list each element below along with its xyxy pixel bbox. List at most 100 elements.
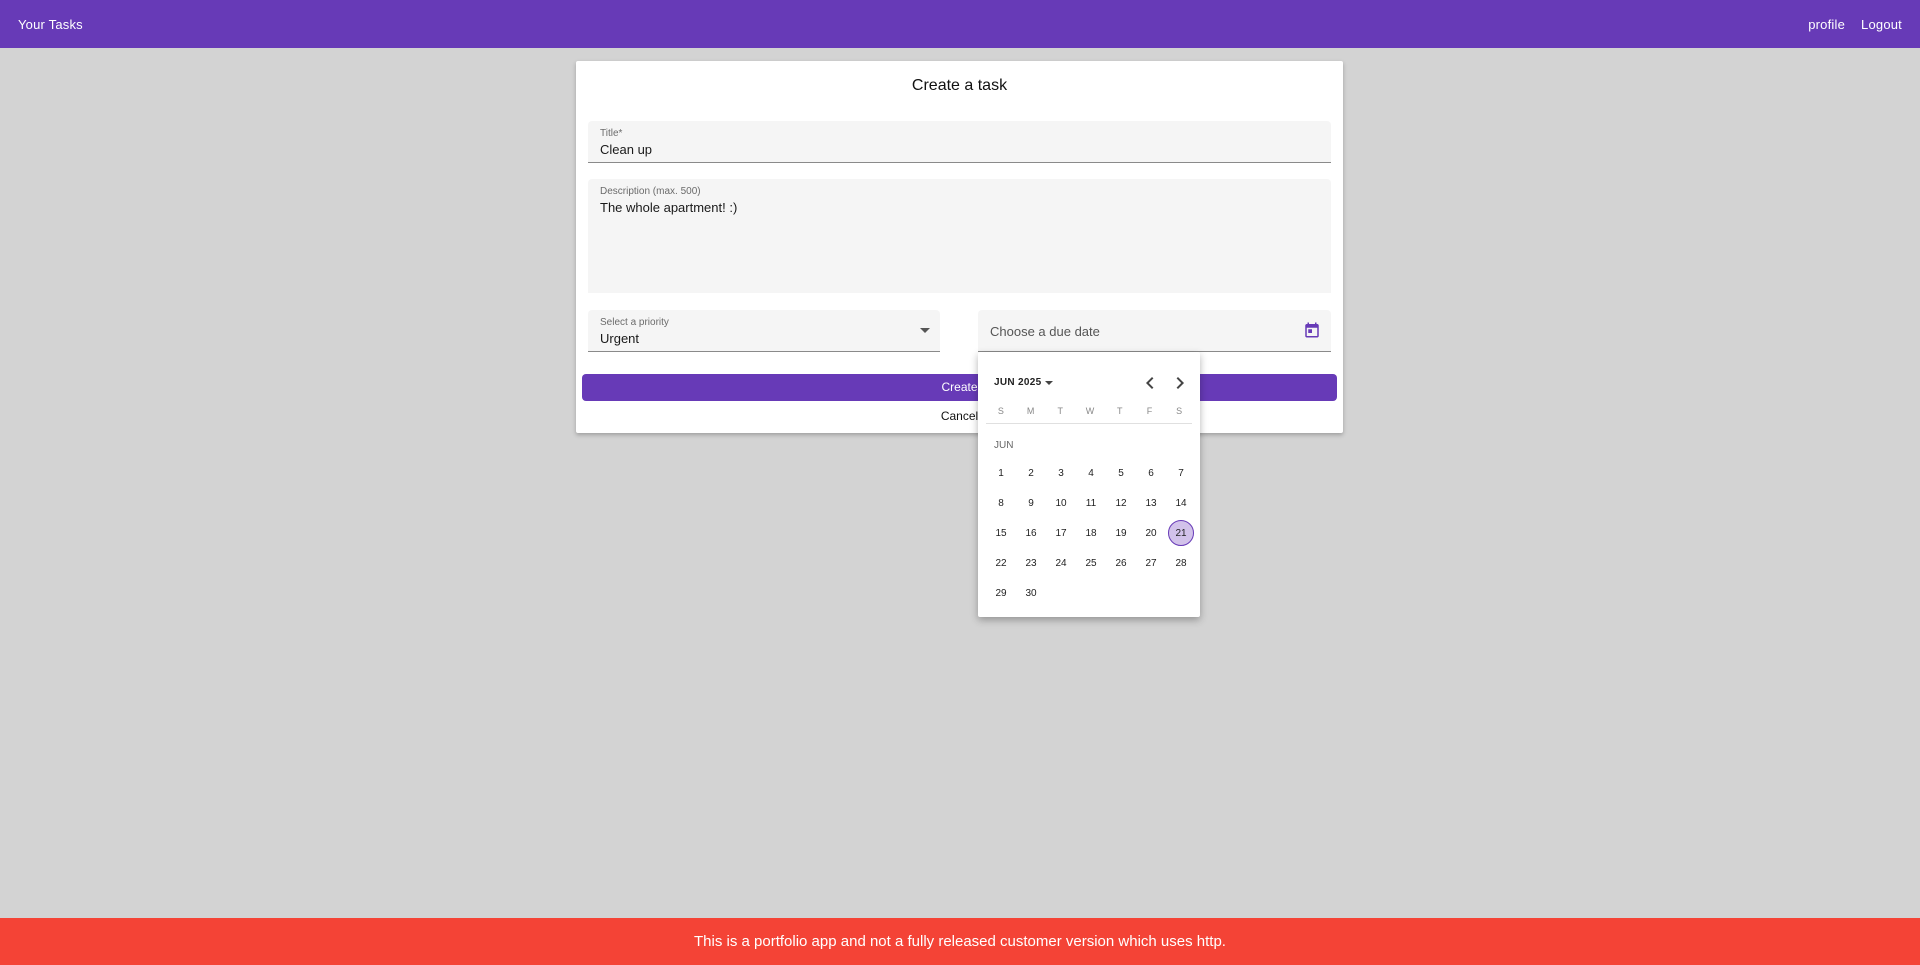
weekday-label: T	[1057, 406, 1064, 416]
calendar-day[interactable]: 25	[1076, 548, 1106, 578]
calendar-day-label[interactable]: 4	[1078, 460, 1104, 486]
calendar-empty-label	[1078, 580, 1104, 606]
calendar-day-label[interactable]: 10	[1048, 490, 1074, 516]
calendar-day-label[interactable]: 1	[988, 460, 1014, 486]
calendar-empty-cell	[1106, 578, 1136, 608]
calendar-day[interactable]: 29	[986, 578, 1016, 608]
calendar-day[interactable]: 17	[1046, 518, 1076, 548]
calendar-day[interactable]: 3	[1046, 458, 1076, 488]
calendar-day[interactable]: 13	[1136, 488, 1166, 518]
app-title[interactable]: Your Tasks	[18, 17, 83, 32]
calendar-day-label[interactable]: 8	[988, 490, 1014, 516]
calendar-day[interactable]: 10	[1046, 488, 1076, 518]
calendar-day-label[interactable]: 11	[1078, 490, 1104, 516]
calendar-day[interactable]: 28	[1166, 548, 1196, 578]
calendar-day[interactable]: 18	[1076, 518, 1106, 548]
title-field[interactable]: Title* Clean up	[588, 121, 1331, 163]
description-field[interactable]: Description (max. 500) The whole apartme…	[588, 179, 1331, 293]
calendar-day-label[interactable]: 16	[1018, 520, 1044, 546]
calendar-day-label[interactable]: 3	[1048, 460, 1074, 486]
calendar-day-label[interactable]: 21	[1168, 520, 1194, 546]
calendar-day[interactable]: 22	[986, 548, 1016, 578]
calendar-week-row: 29 30	[986, 578, 1196, 608]
calendar-day-label[interactable]: 9	[1018, 490, 1044, 516]
period-label[interactable]: JUN 2025	[994, 377, 1041, 388]
calendar-empty-cell	[1046, 578, 1076, 608]
calendar-day[interactable]: 11	[1076, 488, 1106, 518]
calendar-day-label[interactable]: 26	[1108, 550, 1134, 576]
calendar-day[interactable]: 15	[986, 518, 1016, 548]
weekday-label: F	[1146, 406, 1153, 416]
logout-link[interactable]: Logout	[1861, 17, 1902, 32]
calendar-day[interactable]: 24	[1046, 548, 1076, 578]
calendar-empty-label	[1168, 580, 1194, 606]
calendar-day-label[interactable]: 20	[1138, 520, 1164, 546]
calendar-day[interactable]: 20	[1136, 518, 1166, 548]
calendar-day-label[interactable]: 13	[1138, 490, 1164, 516]
calendar-day-label[interactable]: 12	[1108, 490, 1134, 516]
calendar-day[interactable]: 16	[1016, 518, 1046, 548]
cancel-button[interactable]: Cancel	[576, 409, 1343, 423]
calendar-day-label[interactable]: 14	[1168, 490, 1194, 516]
calendar-day[interactable]: 21	[1166, 518, 1196, 548]
calendar-day-label[interactable]: 2	[1018, 460, 1044, 486]
calendar-day-label[interactable]: 22	[988, 550, 1014, 576]
calendar-day[interactable]: 6	[1136, 458, 1166, 488]
due-date-field[interactable]: Choose a due date	[978, 310, 1331, 352]
month-label: JUN	[994, 440, 1014, 451]
weekday-label: W	[1085, 406, 1095, 416]
caret-down-icon[interactable]	[1045, 380, 1054, 385]
calendar-day[interactable]: 8	[986, 488, 1016, 518]
priority-select-value[interactable]: Urgent	[600, 331, 639, 346]
calendar-day[interactable]: 5	[1106, 458, 1136, 488]
calendar-day[interactable]: 27	[1136, 548, 1166, 578]
calendar-day[interactable]: 23	[1016, 548, 1046, 578]
calendar-icon[interactable]	[1303, 321, 1321, 339]
banner-text: This is a portfolio app and not a fully …	[694, 933, 1226, 950]
calendar-day-label[interactable]: 23	[1018, 550, 1044, 576]
calendar-day-label[interactable]: 25	[1078, 550, 1104, 576]
calendar-day-label[interactable]: 5	[1108, 460, 1134, 486]
calendar-day-label[interactable]: 19	[1108, 520, 1134, 546]
weekday-label: T	[1116, 406, 1123, 416]
calendar-day-label[interactable]: 28	[1168, 550, 1194, 576]
profile-link[interactable]: profile	[1808, 17, 1845, 32]
chevron-right-icon[interactable]	[1168, 371, 1192, 395]
priority-select[interactable]: Select a priority Urgent	[588, 310, 940, 352]
calendar-day-label[interactable]: 30	[1018, 580, 1044, 606]
calendar-day-label[interactable]: 18	[1078, 520, 1104, 546]
calendar-empty-cell	[1136, 578, 1166, 608]
description-field-value[interactable]: The whole apartment! :)	[600, 200, 737, 215]
title-field-value[interactable]: Clean up	[600, 142, 652, 157]
divider	[986, 423, 1192, 424]
calendar-week-row: 15 16 17 18 19 20 21	[986, 518, 1196, 548]
calendar-day[interactable]: 2	[1016, 458, 1046, 488]
calendar-empty-label	[1108, 580, 1134, 606]
calendar-day[interactable]: 19	[1106, 518, 1136, 548]
create-button[interactable]: Create	[582, 374, 1337, 401]
calendar-day[interactable]: 4	[1076, 458, 1106, 488]
calendar-day[interactable]: 1	[986, 458, 1016, 488]
calendar-day-label[interactable]: 7	[1168, 460, 1194, 486]
calendar-day-label[interactable]: 24	[1048, 550, 1074, 576]
calendar-day-label[interactable]: 27	[1138, 550, 1164, 576]
calendar-day[interactable]: 7	[1166, 458, 1196, 488]
title-field-label: Title*	[600, 128, 623, 139]
calendar-day-label[interactable]: 15	[988, 520, 1014, 546]
datepicker-popup: JUN 2025 S M T W T F S JUN 1 2 3 4 5 6 7 8 9 10 11…	[978, 352, 1200, 617]
due-date-placeholder[interactable]: Choose a due date	[990, 324, 1100, 339]
calendar-day[interactable]: 12	[1106, 488, 1136, 518]
period-selector[interactable]: JUN 2025	[994, 377, 1054, 388]
calendar-day-label[interactable]: 29	[988, 580, 1014, 606]
calendar-day-label[interactable]: 17	[1048, 520, 1074, 546]
calendar-day-label[interactable]: 6	[1138, 460, 1164, 486]
calendar-day[interactable]: 14	[1166, 488, 1196, 518]
description-field-label: Description (max. 500)	[600, 186, 701, 197]
calendar-day[interactable]: 30	[1016, 578, 1046, 608]
weekday-label: M	[1026, 406, 1035, 416]
chevron-left-icon[interactable]	[1138, 371, 1162, 395]
calendar-day[interactable]: 9	[1016, 488, 1046, 518]
page-title: Create a task	[911, 77, 1008, 94]
calendar-day[interactable]: 26	[1106, 548, 1136, 578]
dropdown-arrow-icon[interactable]	[920, 328, 930, 333]
